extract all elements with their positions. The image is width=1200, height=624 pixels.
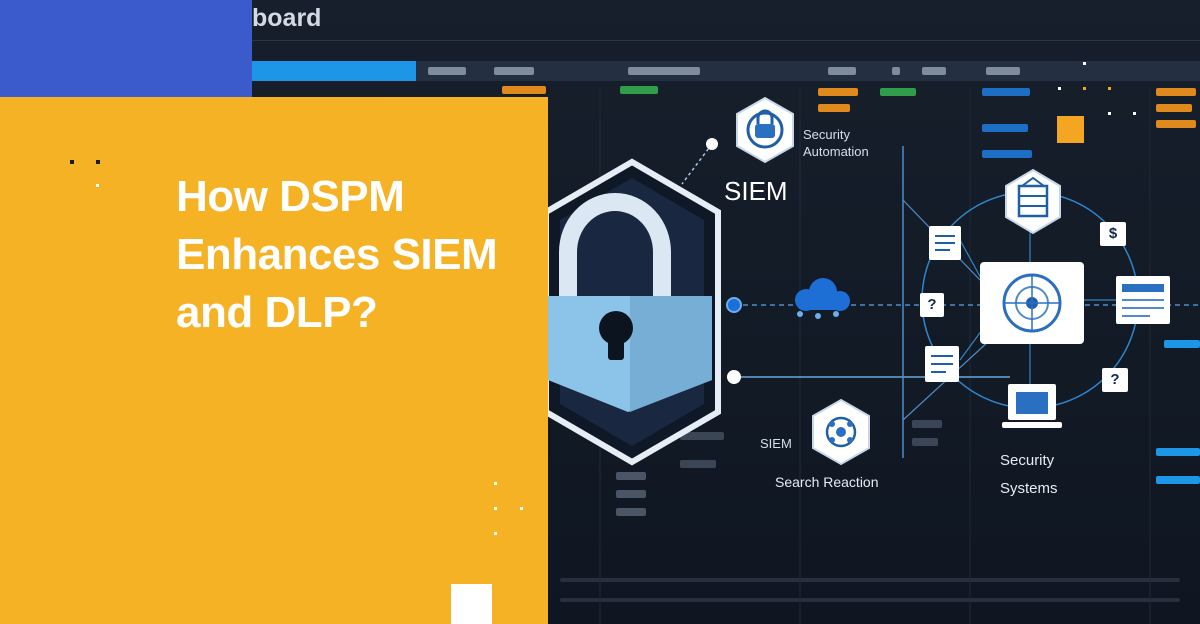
report-icon xyxy=(1116,276,1170,324)
search-reaction-label: Search Reaction xyxy=(775,474,879,490)
decorative-dot xyxy=(494,482,497,485)
page-title: How DSPM Enhances SIEM and DLP? xyxy=(176,172,498,337)
server-icon xyxy=(1005,168,1061,235)
decorative-dot xyxy=(70,160,74,164)
accent-square xyxy=(1057,116,1084,143)
decorative-dot xyxy=(1108,112,1111,115)
siem-small-label: SIEM xyxy=(760,436,792,451)
cloud-network-icon xyxy=(795,278,850,319)
decorative-dot xyxy=(520,507,523,510)
dollar-badge: $ xyxy=(1108,225,1118,242)
decorative-dot xyxy=(494,532,497,535)
siem-badge-icon xyxy=(736,96,794,164)
decorative-dot xyxy=(1083,87,1086,90)
decorative-dot xyxy=(96,184,99,187)
laptop-icon xyxy=(1002,384,1062,428)
decorative-dot xyxy=(494,507,497,510)
security-automation-label: Security Automation xyxy=(803,127,869,159)
accent-square xyxy=(451,584,492,624)
question-badge: ? xyxy=(927,296,937,313)
decorative-dot xyxy=(1133,112,1136,115)
siem-label: SIEM xyxy=(724,176,788,206)
security-core-icon xyxy=(980,262,1084,344)
decorative-dot xyxy=(96,160,100,164)
network-hub-icon xyxy=(812,398,870,466)
blue-accent-block xyxy=(0,0,252,97)
decorative-dot xyxy=(1058,87,1061,90)
title-panel: How DSPM Enhances SIEM and DLP? xyxy=(0,97,548,624)
document-icon xyxy=(929,226,961,260)
document-icon xyxy=(925,346,959,382)
shield-lock-icon xyxy=(543,158,721,466)
decorative-dot xyxy=(1108,87,1111,90)
decorative-dot xyxy=(1083,62,1086,65)
question-badge: ? xyxy=(1110,371,1120,388)
security-systems-label: Security Systems xyxy=(1000,452,1058,497)
